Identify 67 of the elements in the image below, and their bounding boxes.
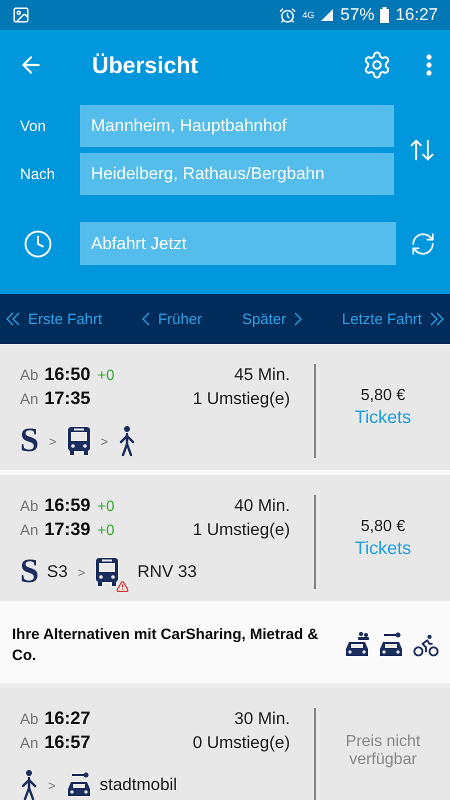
s-bahn-symbol: S xyxy=(20,553,39,591)
arrival-label: An xyxy=(20,522,38,539)
price-unavailable: Preis nicht verfügbar xyxy=(344,733,422,769)
refresh-icon xyxy=(410,230,436,256)
delay: +0 xyxy=(97,522,115,539)
navigation-button[interactable]: Früher xyxy=(142,310,202,328)
duration: 30 Min. xyxy=(234,709,290,729)
line-name: S3 xyxy=(46,562,68,582)
walking-person-icon xyxy=(20,769,38,800)
arrival-time: 16:57 xyxy=(44,732,90,753)
to-label: Nach xyxy=(20,166,56,182)
price: 5,80 € xyxy=(360,518,406,536)
departure-label: Ab xyxy=(20,498,38,515)
more-menu-icon xyxy=(426,54,432,76)
navigation-button[interactable]: Letzte Fahrt xyxy=(342,310,444,328)
chevron-right-icon xyxy=(294,312,302,326)
arrival-label: An xyxy=(20,735,38,752)
double-chevron-right-icon xyxy=(430,312,444,326)
alternatives-text: Ihre Alternativen mit CarSharing, Mietrad & Co. xyxy=(12,624,320,666)
battery-icon xyxy=(380,7,390,23)
battery-level: 57% xyxy=(340,5,374,25)
signal-icon xyxy=(320,8,334,22)
navigation-button[interactable]: Später xyxy=(242,310,302,328)
warning-icon xyxy=(116,580,130,593)
clock-time: 16:27 xyxy=(395,5,438,25)
chevron-left-icon xyxy=(142,312,150,326)
walking-person-icon xyxy=(118,425,136,457)
delay: +0 xyxy=(97,498,115,515)
departure-label: Ab xyxy=(20,367,38,384)
departure-time: 16:50 xyxy=(44,364,90,385)
settings-button[interactable] xyxy=(362,50,392,80)
arrival-time: 17:39 xyxy=(44,519,90,540)
arrow-separator: > xyxy=(48,434,57,448)
settings-icon xyxy=(362,50,392,80)
transfers: 0 Umstieg(e) xyxy=(192,733,290,753)
price: 5,80 € xyxy=(360,386,406,404)
duration: 45 Min. xyxy=(234,365,290,385)
arrow-separator: > xyxy=(100,434,108,448)
departure-time: 16:59 xyxy=(44,495,90,516)
connection-card[interactable]: Ab 16:27 30 Min. An 16:57 0 Umstieg(e) > stadtmobil Preis nicht verfügbar xyxy=(0,688,450,800)
line-name: RNV 33 xyxy=(137,562,197,582)
screen-title: Übersicht xyxy=(92,52,200,78)
car-icon xyxy=(378,630,404,658)
car-icon xyxy=(66,771,92,799)
arrow-separator: > xyxy=(78,564,86,580)
line-name: stadtmobil xyxy=(100,775,178,795)
from-label: Von xyxy=(20,118,47,134)
s-bahn-symbol: S xyxy=(20,422,39,460)
delay: +0 xyxy=(97,367,115,384)
transfers: 1 Umstieg(e) xyxy=(192,389,290,409)
duration: 40 Min. xyxy=(234,496,290,516)
network-type: 4G xyxy=(302,10,314,20)
alarm-icon xyxy=(279,6,296,24)
navigation-button[interactable]: Erste Fahrt xyxy=(6,310,102,328)
departure-time: 16:27 xyxy=(44,708,90,729)
clock-icon xyxy=(23,228,53,258)
double-chevron-left-icon xyxy=(6,312,20,326)
transfers: 1 Umstieg(e) xyxy=(192,520,290,540)
car-with-people-icon xyxy=(344,630,370,658)
arrow-separator: > xyxy=(48,778,56,792)
tickets-link[interactable]: Tickets xyxy=(354,538,412,558)
tickets-link[interactable]: Tickets xyxy=(354,406,412,428)
arrival-time: 17:35 xyxy=(44,388,90,409)
arrival-label: An xyxy=(20,391,38,408)
departure-label: Ab xyxy=(20,711,38,728)
more-menu-button[interactable] xyxy=(426,54,432,76)
image-icon xyxy=(12,6,30,24)
